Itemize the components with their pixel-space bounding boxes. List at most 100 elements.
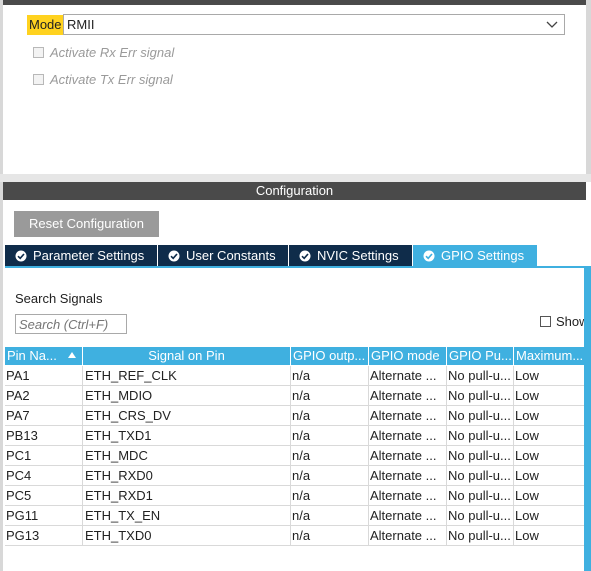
show-checkbox[interactable] bbox=[540, 316, 551, 327]
cell-maximum: Low bbox=[515, 508, 539, 523]
column-header-gpio-pull[interactable]: GPIO Pu... bbox=[447, 347, 514, 365]
tab-label: GPIO Settings bbox=[441, 248, 525, 263]
cell-maximum: Low bbox=[515, 468, 539, 483]
table-row[interactable]: PA1 ETH_REF_CLK n/a Alternate ... No pul… bbox=[5, 366, 585, 386]
cell-signal: ETH_RXD0 bbox=[83, 466, 291, 486]
tab-gpio-settings[interactable]: GPIO Settings bbox=[413, 245, 537, 266]
tab-user-constants[interactable]: User Constants bbox=[158, 245, 288, 266]
cell-gpio-mode: Alternate ... bbox=[369, 526, 447, 546]
mode-select-value: RMII bbox=[67, 17, 95, 32]
cell-gpio-mode: Alternate ... bbox=[369, 386, 447, 406]
table-row[interactable]: PA2 ETH_MDIO n/a Alternate ... No pull-u… bbox=[5, 386, 585, 406]
tab-parameter-settings[interactable]: Parameter Settings bbox=[5, 245, 157, 266]
right-edge bbox=[586, 0, 591, 180]
cell-gpio-output: n/a bbox=[291, 506, 369, 526]
cell-gpio-mode: Alternate ... bbox=[369, 426, 447, 446]
table-row[interactable]: PG11 ETH_TX_EN n/a Alternate ... No pull… bbox=[5, 506, 585, 526]
search-signals-label: Search Signals bbox=[15, 291, 103, 306]
cell-gpio-pull: No pull-u... bbox=[447, 406, 514, 426]
cell-gpio-output: n/a bbox=[291, 526, 369, 546]
tab-nvic-settings[interactable]: NVIC Settings bbox=[289, 245, 412, 266]
column-header-maximum[interactable]: Maximum... bbox=[514, 347, 585, 365]
column-header-signal-on-pin[interactable]: Signal on Pin bbox=[83, 347, 291, 365]
cell-gpio-pull: No pull-u... bbox=[447, 526, 514, 546]
cell-gpio-pull: No pull-u... bbox=[447, 506, 514, 526]
mode-label: Mode bbox=[27, 15, 64, 35]
cell-maximum: Low bbox=[515, 528, 539, 543]
mode-row: Mode bbox=[27, 14, 64, 36]
table-row[interactable]: PC1 ETH_MDC n/a Alternate ... No pull-u.… bbox=[5, 446, 585, 466]
tx-err-label: Activate Tx Err signal bbox=[50, 72, 173, 87]
cell-signal: ETH_MDIO bbox=[83, 386, 291, 406]
cell-gpio-mode: Alternate ... bbox=[369, 446, 447, 466]
cell-pin-name: PC4 bbox=[5, 466, 83, 486]
sort-up-icon bbox=[68, 352, 76, 358]
check-circle-icon bbox=[15, 250, 27, 261]
cell-gpio-output: n/a bbox=[291, 466, 369, 486]
cell-pin-name: PA2 bbox=[5, 386, 83, 406]
check-circle-icon bbox=[299, 250, 311, 261]
vertical-scrollbar[interactable] bbox=[584, 268, 591, 571]
cell-gpio-mode: Alternate ... bbox=[369, 486, 447, 506]
cell-pin-name: PA7 bbox=[5, 406, 83, 426]
cell-maximum: Low bbox=[515, 428, 539, 443]
cell-maximum: Low bbox=[515, 388, 539, 403]
rx-err-checkbox[interactable] bbox=[33, 47, 44, 58]
cell-pin-name: PA1 bbox=[5, 366, 83, 386]
cell-gpio-output: n/a bbox=[291, 426, 369, 446]
cell-signal: ETH_TX_EN bbox=[83, 506, 291, 526]
table-row[interactable]: PA7 ETH_CRS_DV n/a Alternate ... No pull… bbox=[5, 406, 585, 426]
reset-configuration-button[interactable]: Reset Configuration bbox=[14, 211, 159, 237]
cell-gpio-output: n/a bbox=[291, 386, 369, 406]
left-edge bbox=[0, 0, 3, 571]
column-header-gpio-mode[interactable]: GPIO mode bbox=[369, 347, 447, 365]
search-input[interactable] bbox=[15, 314, 127, 334]
column-header-gpio-output[interactable]: GPIO outp... bbox=[291, 347, 369, 365]
rx-err-option[interactable]: Activate Rx Err signal bbox=[33, 45, 174, 60]
table-header: Pin Na... Signal on Pin GPIO outp... GPI… bbox=[5, 347, 585, 365]
cell-pin-name: PB13 bbox=[5, 426, 83, 446]
cell-signal: ETH_REF_CLK bbox=[83, 366, 291, 386]
cell-gpio-pull: No pull-u... bbox=[447, 446, 514, 466]
table-row[interactable]: PC5 ETH_RXD1 n/a Alternate ... No pull-u… bbox=[5, 486, 585, 506]
mode-select[interactable]: RMII bbox=[63, 14, 565, 35]
cell-signal: ETH_RXD1 bbox=[83, 486, 291, 506]
tab-underline bbox=[5, 266, 591, 268]
check-circle-icon bbox=[168, 250, 180, 261]
check-circle-icon bbox=[423, 250, 435, 261]
configuration-header: Configuration bbox=[3, 182, 586, 200]
cell-maximum: Low bbox=[515, 488, 539, 503]
table-row[interactable]: PG13 ETH_TXD0 n/a Alternate ... No pull-… bbox=[5, 526, 585, 546]
chevron-down-icon bbox=[546, 21, 558, 28]
cell-pin-name: PG11 bbox=[5, 506, 83, 526]
cell-gpio-mode: Alternate ... bbox=[369, 406, 447, 426]
table-row[interactable]: PB13 ETH_TXD1 n/a Alternate ... No pull-… bbox=[5, 426, 585, 446]
cell-gpio-mode: Alternate ... bbox=[369, 366, 447, 386]
cell-maximum: Low bbox=[515, 448, 539, 463]
tx-err-option[interactable]: Activate Tx Err signal bbox=[33, 72, 173, 87]
cell-signal: ETH_MDC bbox=[83, 446, 291, 466]
cell-maximum: Low bbox=[515, 368, 539, 383]
cell-gpio-pull: No pull-u... bbox=[447, 466, 514, 486]
tx-err-checkbox[interactable] bbox=[33, 74, 44, 85]
panel-divider bbox=[0, 174, 591, 182]
cell-gpio-pull: No pull-u... bbox=[447, 386, 514, 406]
top-bar bbox=[0, 0, 591, 5]
tab-label: User Constants bbox=[186, 248, 276, 263]
cell-gpio-output: n/a bbox=[291, 446, 369, 466]
cell-signal: ETH_TXD0 bbox=[83, 526, 291, 546]
cell-signal: ETH_CRS_DV bbox=[83, 406, 291, 426]
cell-gpio-output: n/a bbox=[291, 366, 369, 386]
cell-gpio-pull: No pull-u... bbox=[447, 366, 514, 386]
cell-signal: ETH_TXD1 bbox=[83, 426, 291, 446]
table-row[interactable]: PC4 ETH_RXD0 n/a Alternate ... No pull-u… bbox=[5, 466, 585, 486]
cell-gpio-output: n/a bbox=[291, 486, 369, 506]
column-header-pin-name[interactable]: Pin Na... bbox=[5, 347, 83, 365]
show-option[interactable]: Show bbox=[540, 314, 589, 329]
tab-label: NVIC Settings bbox=[317, 248, 399, 263]
cell-gpio-pull: No pull-u... bbox=[447, 426, 514, 446]
tab-label: Parameter Settings bbox=[33, 248, 145, 263]
cell-pin-name: PG13 bbox=[5, 526, 83, 546]
cell-pin-name: PC1 bbox=[5, 446, 83, 466]
cell-gpio-mode: Alternate ... bbox=[369, 466, 447, 486]
